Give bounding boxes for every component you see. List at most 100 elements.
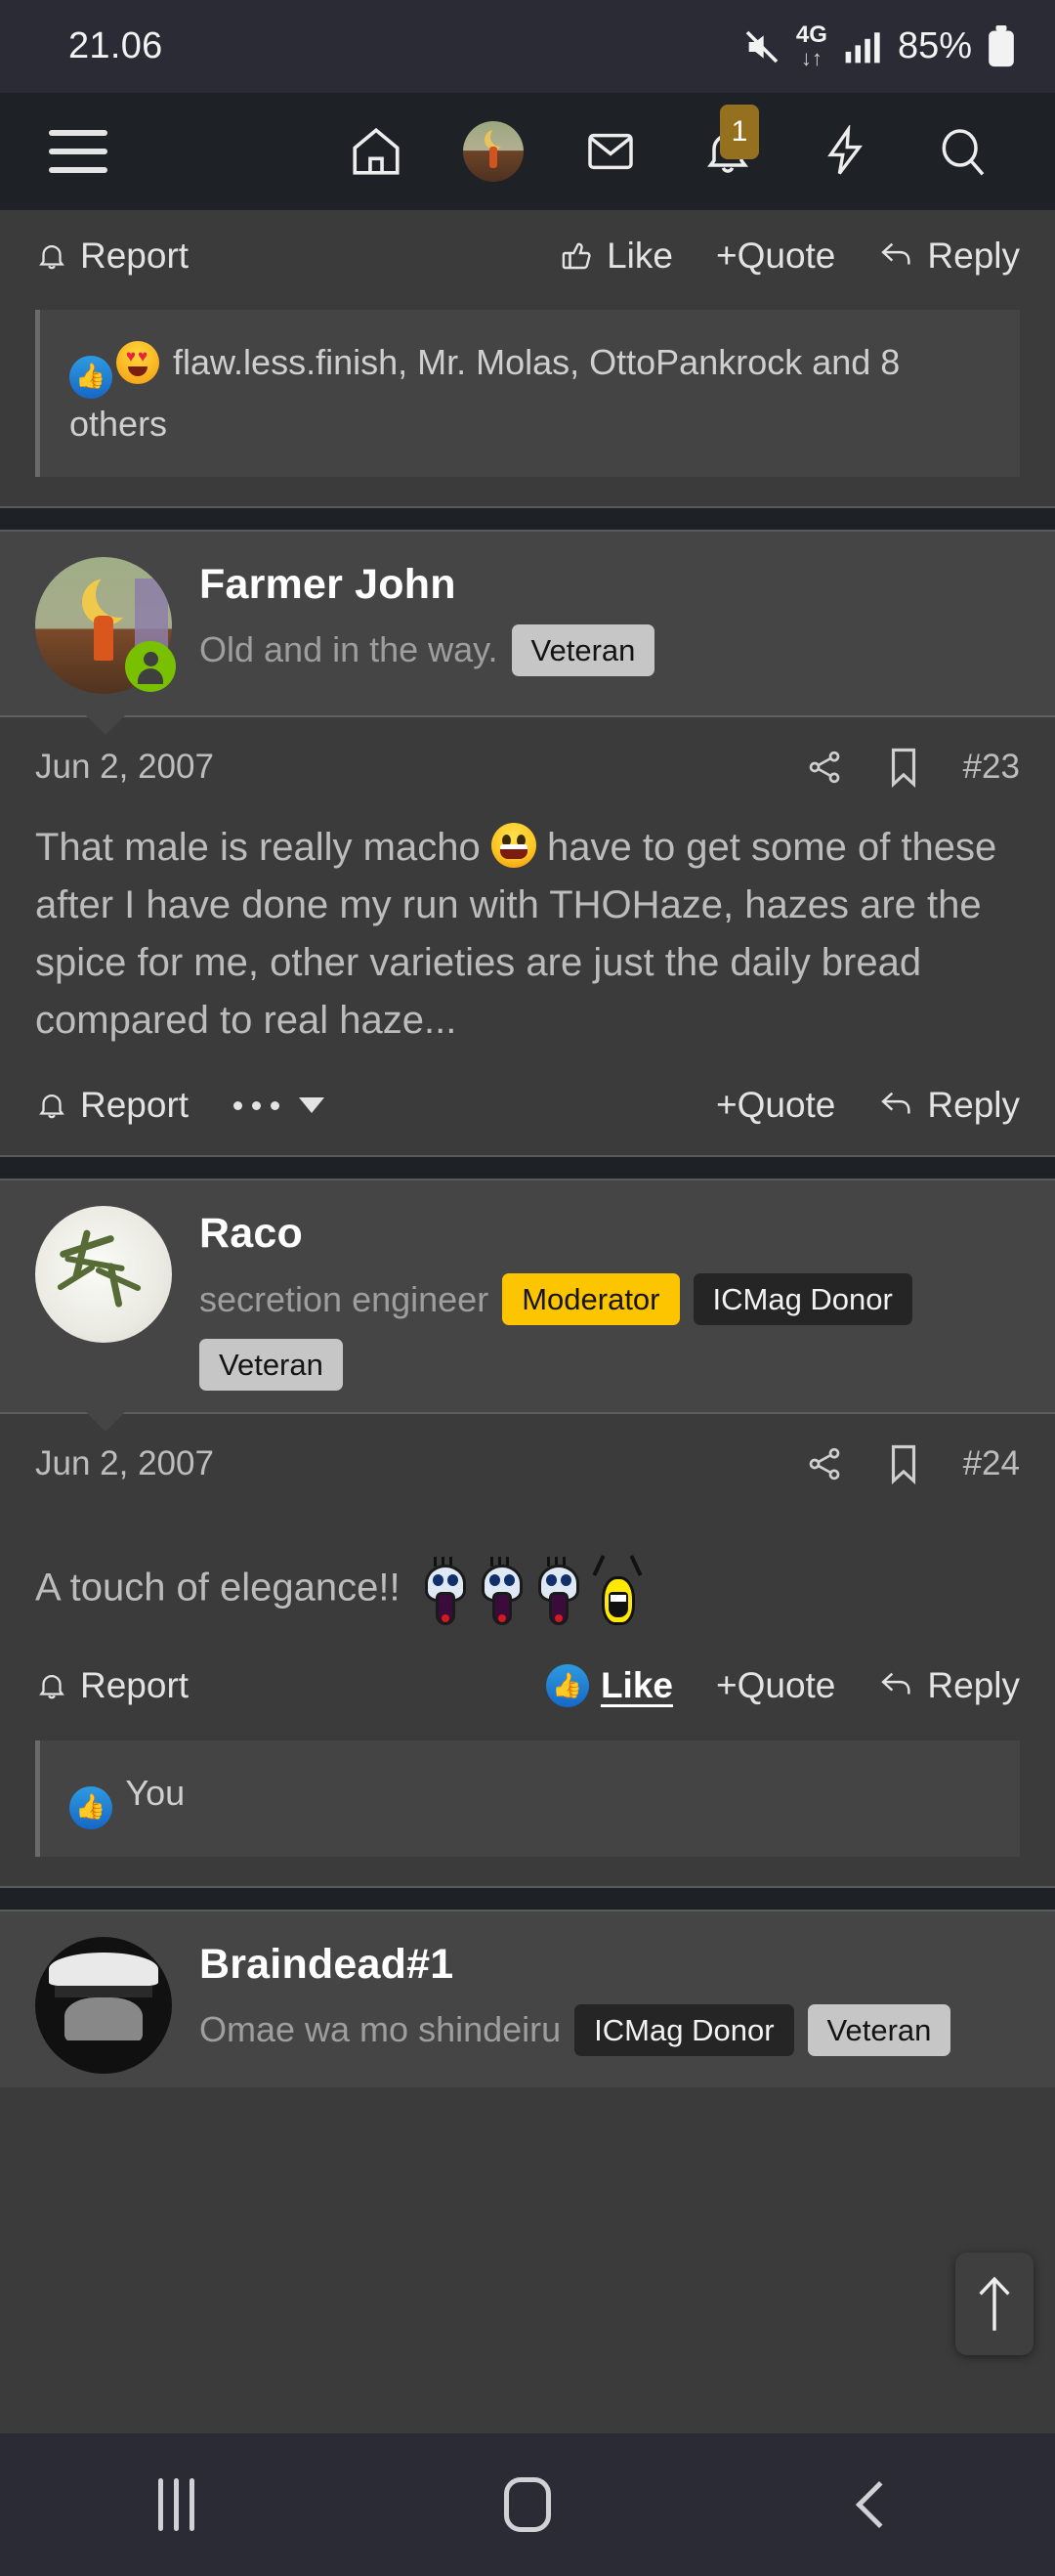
post-farmer-john: Farmer John Old and in the way. Veteran … (0, 531, 1055, 1156)
scroll-to-top-arrow-icon (979, 2276, 1010, 2331)
post-text: That male is really macho have to get so… (35, 813, 1020, 1060)
post-content: Jun 2, 2007 #23 That male is really mach… (0, 716, 1055, 1156)
recent-apps-icon (157, 2478, 194, 2531)
avatar-wrap[interactable] (35, 556, 176, 694)
user-title: Omae wa mo shindeiru (199, 2009, 562, 2050)
user-title: Old and in the way. (199, 629, 498, 670)
post-username[interactable]: Raco (199, 1210, 1020, 1258)
shocked-smiley-icon (481, 1557, 523, 1626)
like-button-active[interactable]: 👍 Like (545, 1664, 673, 1708)
post-meta-row: Jun 2, 2007 #24 (35, 1414, 1020, 1510)
nav-search-button[interactable] (904, 93, 1021, 210)
post-username[interactable]: Farmer John (199, 561, 1020, 609)
signal-bars-icon (845, 31, 880, 63)
post-header: Braindead#1 Omae wa mo shindeiru ICMag D… (0, 1911, 1055, 2087)
user-badge-donor: ICMag Donor (693, 1273, 912, 1326)
nav-account-button[interactable] (435, 93, 552, 210)
more-options-button[interactable] (233, 1097, 325, 1114)
app-top-navbar: 1 (0, 93, 1055, 210)
like-button[interactable]: Like (560, 236, 673, 277)
reply-label: Reply (927, 1665, 1020, 1706)
account-avatar (463, 121, 524, 182)
post-number[interactable]: #23 (963, 748, 1020, 787)
post-date[interactable]: Jun 2, 2007 (35, 748, 214, 787)
post-reactions-bar[interactable]: 👍 You (35, 1740, 1020, 1857)
share-icon[interactable] (805, 1444, 844, 1483)
thumbs-up-icon (562, 242, 591, 270)
data-transfer-icon: 4G ↓↑ (795, 21, 827, 70)
user-badge-veteran: Veteran (511, 623, 655, 676)
nav-home-button[interactable] (317, 93, 435, 210)
quote-button[interactable]: +Quote (716, 1665, 835, 1706)
avatar-wrap[interactable] (35, 1936, 172, 2074)
like-label: Like (600, 1665, 673, 1706)
reply-arrow-icon (881, 242, 910, 265)
nav-inbox-button[interactable] (552, 93, 669, 210)
post-partial-top: Report Like +Quote Reply 👍 ♥♥ flaw.less.… (0, 210, 1055, 477)
nav-whats-new-button[interactable] (786, 93, 904, 210)
quote-label: +Quote (715, 1665, 836, 1706)
user-avatar (35, 1936, 172, 2074)
reply-label: Reply (927, 236, 1020, 276)
hamburger-menu-icon[interactable] (49, 130, 107, 173)
post-header: Raco secretion engineer Moderator ICMag … (0, 1181, 1055, 1433)
post-raco: Raco secretion engineer Moderator ICMag … (0, 1181, 1055, 1857)
bookmark-icon[interactable] (887, 747, 920, 788)
recent-apps-button[interactable] (78, 2433, 274, 2576)
network-type-label: 4G (795, 21, 827, 48)
bookmark-icon[interactable] (887, 1443, 920, 1485)
scroll-to-top-button[interactable] (955, 2253, 1034, 2355)
post-actions-row: Report 👍 Like +Quote Reply (35, 1639, 1020, 1737)
back-button[interactable] (781, 2433, 977, 2576)
system-status-bar: 21.06 4G ↓↑ 85% (0, 0, 1055, 93)
report-label: Report (80, 1085, 190, 1126)
reply-button[interactable]: Reply (878, 236, 1020, 277)
post-content: Jun 2, 2007 #24 A touch of elegance!! Re… (0, 1414, 1055, 1857)
inbox-mail-icon (588, 133, 633, 170)
report-button[interactable]: Report (35, 236, 189, 277)
post-separator (0, 1885, 1055, 1911)
user-badge-veteran: Veteran (199, 1339, 343, 1392)
reply-button[interactable]: Reply (878, 1085, 1020, 1126)
notification-count-badge: 1 (720, 105, 759, 159)
quote-button[interactable]: +Quote (716, 1085, 835, 1126)
post-number[interactable]: #24 (963, 1444, 1020, 1483)
post-text-part-1: That male is really macho (35, 825, 481, 869)
speech-bubble-notch (84, 1410, 127, 1433)
reactions-users-text: You (125, 1773, 186, 1814)
share-icon[interactable] (805, 748, 844, 787)
post-date[interactable]: Jun 2, 2007 (35, 1444, 214, 1483)
quote-button[interactable]: +Quote (716, 236, 835, 277)
post-separator (0, 505, 1055, 532)
user-title: secretion engineer (199, 1278, 489, 1319)
quote-label: +Quote (715, 1085, 836, 1126)
home-icon (353, 127, 400, 175)
report-button[interactable]: Report (35, 1665, 189, 1706)
post-text: A touch of elegance!! (35, 1510, 1020, 1639)
reactions-text-wrap: 👍 You (69, 1768, 185, 1829)
status-indicators: 4G ↓↑ 85% (742, 23, 1016, 69)
nav-notifications-button[interactable]: 1 (669, 93, 786, 210)
yelling-smiley-icon (592, 1555, 643, 1626)
back-chevron-icon (855, 2480, 904, 2529)
bell-icon (39, 1675, 64, 1699)
user-badge-donor: ICMag Donor (574, 2003, 794, 2056)
post-reactions-bar[interactable]: 👍 flaw.less.finish, Mr. Molas, OttoPankr… (35, 310, 1020, 477)
reply-arrow-icon (881, 1093, 910, 1114)
reply-button[interactable]: Reply (878, 1665, 1020, 1706)
whats-new-bolt-icon (827, 125, 863, 175)
home-button[interactable] (430, 2433, 625, 2576)
reactions-users-text: flaw.less.finish, Mr. Molas, OttoPankroc… (69, 342, 901, 444)
post-actions-row: Report +Quote Reply (35, 1059, 1020, 1155)
online-status-indicator (125, 640, 176, 692)
reply-label: Reply (927, 1085, 1020, 1126)
thumbs-up-reaction-icon: 👍 (69, 355, 112, 399)
speech-bubble-notch (84, 712, 127, 735)
post-username[interactable]: Braindead#1 (199, 1941, 1020, 1989)
report-button[interactable]: Report (35, 1085, 189, 1126)
avatar-wrap[interactable] (35, 1206, 172, 1391)
search-icon (942, 129, 985, 176)
battery-percentage: 85% (897, 25, 972, 66)
quote-label: +Quote (715, 236, 836, 276)
bell-icon (39, 245, 64, 270)
